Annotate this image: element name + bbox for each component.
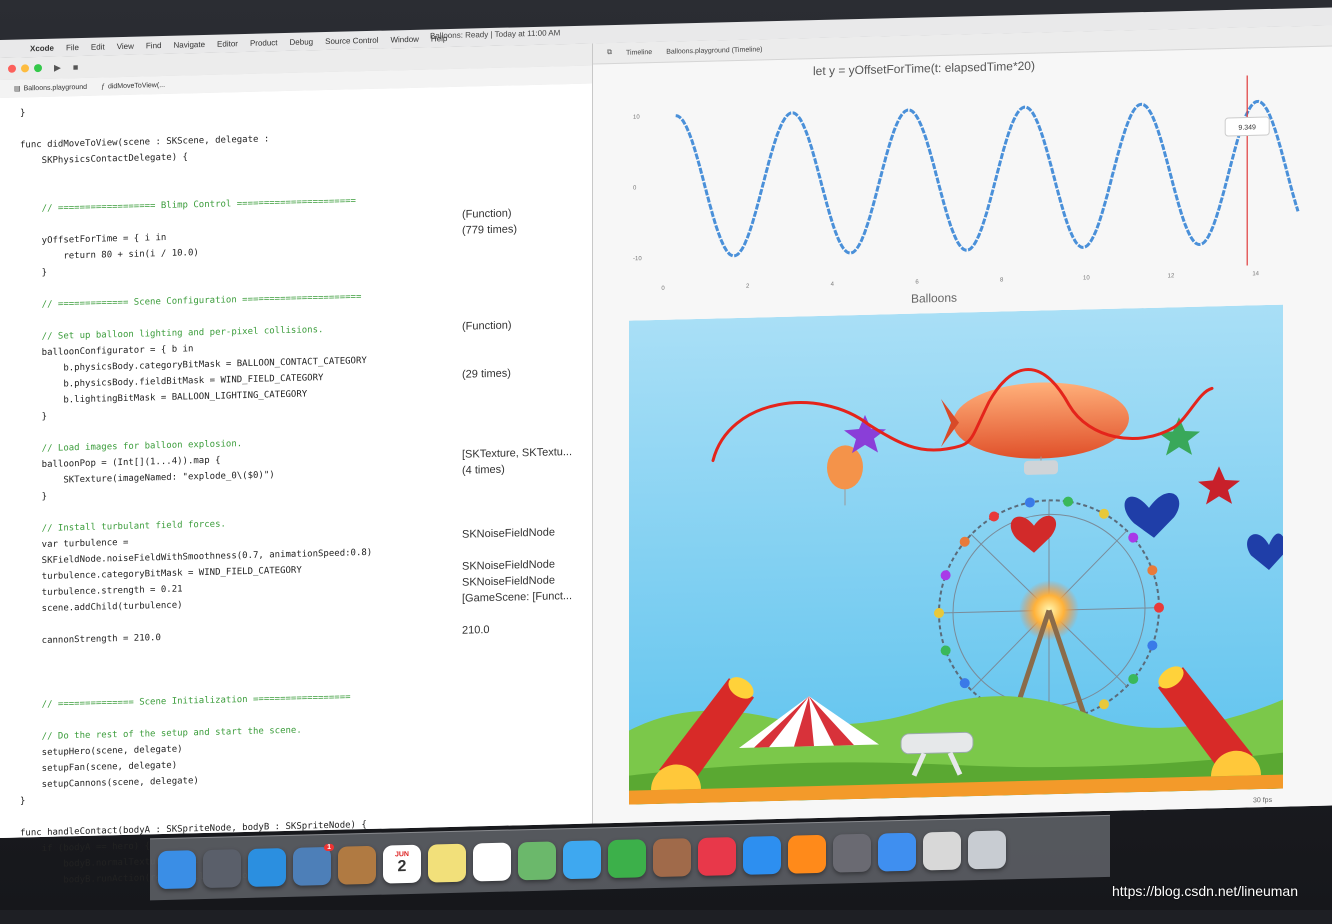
menu-window[interactable]: Window [390, 34, 418, 44]
code-editor[interactable]: }func didMoveToView(scene : SKScene, del… [0, 84, 592, 838]
safari-icon[interactable] [248, 848, 286, 887]
photos-icon[interactable] [923, 831, 961, 870]
stop-icon[interactable]: ■ [73, 62, 78, 72]
function-icon: ƒ [101, 83, 105, 90]
timeline-icon[interactable]: ⧉ [607, 49, 612, 57]
spritekit-scene-view[interactable] [629, 305, 1283, 805]
menu-debug[interactable]: Debug [290, 37, 314, 47]
app-store-icon[interactable] [743, 835, 781, 874]
menu-edit[interactable]: Edit [91, 42, 105, 51]
itunes-icon[interactable] [698, 837, 736, 876]
results-sidebar: (Function)(779 times)(Function)(29 times… [462, 92, 592, 879]
y-tick-label: 0 [633, 185, 637, 191]
x-tick-label: 4 [831, 282, 835, 288]
reminders-icon[interactable] [473, 842, 511, 881]
finder-icon[interactable] [158, 850, 196, 889]
traffic-lights [8, 64, 42, 73]
mail-icon[interactable]: 1 [293, 846, 331, 885]
tab-function[interactable]: ƒdidMoveToView(... [101, 81, 165, 90]
minimize-icon[interactable] [21, 64, 29, 72]
menu-editor[interactable]: Editor [217, 39, 238, 49]
x-tick-label: 6 [915, 280, 919, 286]
watermark: https://blog.csdn.net/lineuman [1112, 883, 1298, 899]
xcode-window: ▶ ■ Balloons: Ready | Today at 11:00 AM … [0, 25, 1332, 838]
system-preferences-icon[interactable] [833, 833, 871, 872]
x-tick-label: 2 [746, 284, 750, 290]
scene-title: Balloons [911, 291, 957, 306]
launchpad-icon[interactable] [203, 849, 241, 888]
calendar-day: 2 [398, 858, 407, 876]
y-tick-label: 10 [633, 115, 640, 121]
source-code[interactable]: }func didMoveToView(scene : SKScene, del… [20, 95, 460, 890]
tab-timeline[interactable]: Timeline [626, 49, 652, 57]
tab-label: Balloons.playground [24, 83, 87, 92]
series-line [676, 100, 1298, 257]
x-tick-label: 0 [661, 286, 665, 292]
menu-xcode[interactable]: Xcode [30, 43, 54, 53]
menu-navigate[interactable]: Navigate [173, 39, 205, 49]
photo-booth-icon[interactable] [653, 838, 691, 877]
tab-timeline-file[interactable]: Balloons.playground (Timeline) [666, 46, 762, 55]
run-icon[interactable]: ▶ [54, 62, 61, 73]
facetime-icon[interactable] [608, 839, 646, 878]
scene-canvas [629, 305, 1283, 805]
swift-file-icon: ▤ [14, 84, 21, 92]
calendar-icon[interactable]: JUN2 [383, 844, 421, 883]
menu-source-control[interactable]: Source Control [325, 35, 378, 45]
tab-label: didMoveToView(... [108, 81, 165, 89]
zoom-icon[interactable] [34, 64, 42, 72]
y-tick-label: -10 [633, 256, 642, 262]
frame-rate-control[interactable]: 30 fps [1253, 797, 1272, 804]
messages-icon[interactable] [563, 840, 601, 879]
x-tick-label: 12 [1168, 273, 1175, 279]
ibooks-icon[interactable] [788, 834, 826, 873]
xcode-icon[interactable] [878, 832, 916, 871]
tab-playground[interactable]: ▤Balloons.playground [14, 83, 87, 93]
x-tick-label: 8 [1000, 277, 1004, 283]
notes-icon[interactable] [428, 843, 466, 882]
photo-background: Xcode File Edit View Find Navigate Edito… [0, 0, 1332, 910]
value-history-chart[interactable]: 0 2 4 6 8 10 12 14 10 0 -10 9.349 [593, 45, 1332, 293]
assistant-editor: ⧉ Timeline Balloons.playground (Timeline… [593, 25, 1332, 823]
close-icon[interactable] [8, 65, 16, 73]
menu-view[interactable]: View [117, 41, 134, 50]
x-tick-label: 14 [1252, 271, 1259, 277]
mail-badge: 1 [324, 843, 334, 850]
maps-icon[interactable] [518, 841, 556, 880]
trash-icon[interactable] [968, 830, 1006, 869]
menu-file[interactable]: File [66, 43, 79, 52]
x-tick-label: 10 [1083, 275, 1090, 281]
contacts-icon[interactable] [338, 845, 376, 884]
menu-product[interactable]: Product [250, 38, 278, 48]
menu-find[interactable]: Find [146, 41, 162, 50]
screen: Xcode File Edit View Find Navigate Edito… [0, 0, 1332, 924]
marker-value: 9.349 [1238, 124, 1256, 131]
